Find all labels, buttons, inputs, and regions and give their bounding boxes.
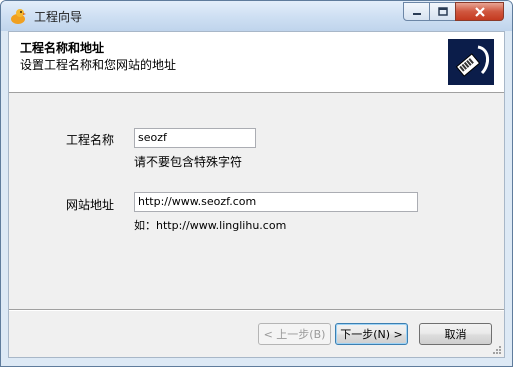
network-cable-icon [448, 39, 494, 85]
page-title: 工程名称和地址 [20, 41, 105, 55]
maximize-button[interactable] [429, 2, 456, 21]
title-bar[interactable]: 工程向导 [1, 1, 512, 31]
minimize-icon [412, 12, 421, 15]
website-url-hint: 如：http://www.linglihu.com [134, 219, 287, 232]
website-url-input[interactable]: http://www.seozf.com [134, 192, 418, 212]
close-button[interactable] [455, 2, 504, 21]
minimize-button[interactable] [403, 2, 430, 21]
page-subtitle: 设置工程名称和您网站的地址 [20, 58, 177, 72]
maximize-icon [437, 6, 448, 16]
resize-grip-icon[interactable] [492, 345, 502, 355]
back-button[interactable]: < 上一步(B) [258, 323, 331, 345]
close-icon [474, 6, 485, 17]
website-url-label: 网站地址 [66, 198, 115, 212]
app-duck-icon [11, 9, 26, 24]
project-name-label: 工程名称 [66, 133, 115, 147]
wizard-header: 工程名称和地址 设置工程名称和您网站的地址 [9, 32, 504, 93]
project-name-input[interactable]: seozf [134, 128, 256, 148]
next-button[interactable]: 下一步(N) > [335, 323, 408, 345]
cancel-button[interactable]: 取消 [419, 323, 492, 345]
project-name-hint: 请不要包含特殊字符 [134, 155, 243, 169]
footer-divider [9, 309, 504, 311]
wizard-body: 工程名称和地址 设置工程名称和您网站的地址 工程名称 seozf 请不要包含特殊… [8, 31, 505, 358]
window-title: 工程向导 [34, 10, 83, 24]
wizard-window: 工程向导 工程名称和地址 设置工程名称和您网站的地址 工程名称 seozf 请不… [0, 0, 513, 367]
